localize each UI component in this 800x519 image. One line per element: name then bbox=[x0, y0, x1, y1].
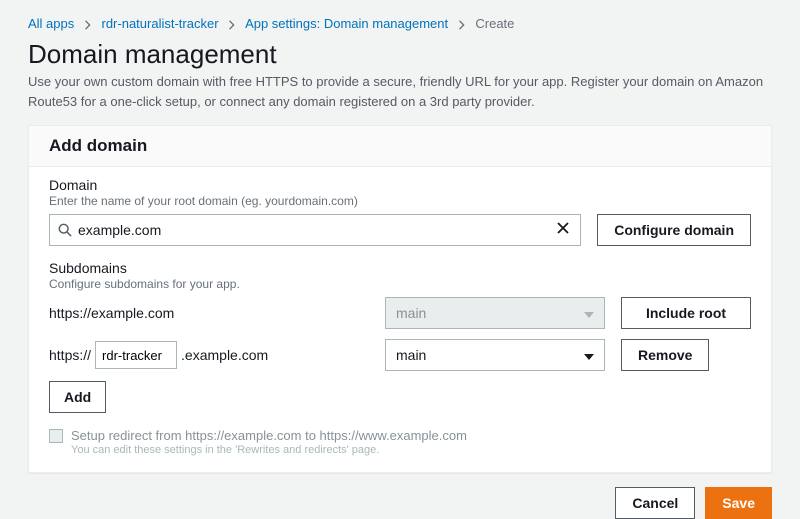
subdomain-url: https:// .example.com bbox=[49, 341, 369, 369]
search-icon bbox=[50, 223, 78, 237]
subdomain-row: https:// .example.com main Remove bbox=[49, 339, 751, 371]
subdomain-input[interactable] bbox=[95, 341, 177, 369]
domain-input[interactable] bbox=[78, 215, 546, 245]
breadcrumb-link-app[interactable]: rdr-naturalist-tracker bbox=[102, 16, 219, 31]
domain-label: Domain bbox=[49, 177, 751, 193]
add-domain-panel: Add domain Domain Enter the name of your… bbox=[28, 125, 772, 473]
add-subdomain-button[interactable]: Add bbox=[49, 381, 106, 413]
url-text: https://example.com bbox=[49, 305, 174, 321]
caret-down-icon bbox=[584, 305, 594, 321]
page-subtext: Use your own custom domain with free HTT… bbox=[28, 72, 772, 111]
cancel-button[interactable]: Cancel bbox=[615, 487, 695, 519]
subdomains-hint: Configure subdomains for your app. bbox=[49, 277, 751, 291]
chevron-right-icon bbox=[458, 20, 466, 30]
save-button[interactable]: Save bbox=[705, 487, 772, 519]
branch-select[interactable]: main bbox=[385, 339, 605, 371]
page-title: Domain management bbox=[28, 39, 772, 70]
branch-select-value: main bbox=[396, 347, 426, 363]
breadcrumb-current: Create bbox=[475, 16, 514, 31]
breadcrumb-link-all-apps[interactable]: All apps bbox=[28, 16, 74, 31]
branch-select-value: main bbox=[396, 305, 426, 321]
subdomain-url: https://example.com bbox=[49, 305, 369, 321]
branch-select: main bbox=[385, 297, 605, 329]
redirect-sublabel: You can edit these settings in the 'Rewr… bbox=[71, 444, 467, 456]
subdomains-label: Subdomains bbox=[49, 260, 751, 276]
caret-down-icon bbox=[584, 347, 594, 363]
remove-subdomain-button[interactable]: Remove bbox=[621, 339, 709, 371]
url-prefix: https:// bbox=[49, 347, 91, 363]
redirect-checkbox[interactable] bbox=[49, 429, 63, 443]
subdomain-row: https://example.com main Include root bbox=[49, 297, 751, 329]
footer-actions: Cancel Save bbox=[0, 473, 800, 519]
close-icon bbox=[556, 221, 570, 240]
domain-input-wrap bbox=[49, 214, 581, 246]
breadcrumb: All apps rdr-naturalist-tracker App sett… bbox=[28, 16, 772, 31]
chevron-right-icon bbox=[228, 20, 236, 30]
redirect-label: Setup redirect from https://example.com … bbox=[71, 428, 467, 443]
clear-input-button[interactable] bbox=[546, 215, 580, 245]
configure-domain-button[interactable]: Configure domain bbox=[597, 214, 751, 246]
chevron-right-icon bbox=[84, 20, 92, 30]
include-root-button[interactable]: Include root bbox=[621, 297, 751, 329]
panel-title: Add domain bbox=[29, 126, 771, 167]
url-suffix: .example.com bbox=[181, 347, 268, 363]
domain-hint: Enter the name of your root domain (eg. … bbox=[49, 194, 751, 208]
breadcrumb-link-settings[interactable]: App settings: Domain management bbox=[245, 16, 448, 31]
